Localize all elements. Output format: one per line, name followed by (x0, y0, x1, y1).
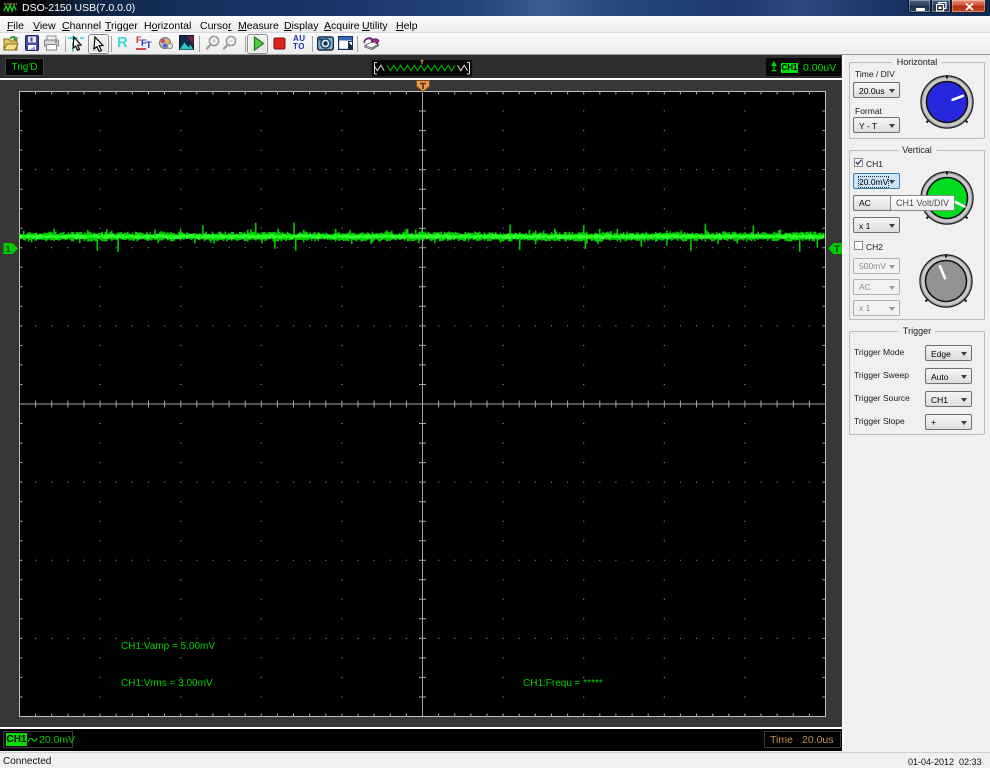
svg-text:CH1:Vamp = 5.00mV: CH1:Vamp = 5.00mV (121, 641, 215, 652)
svg-text:T: T (146, 40, 152, 50)
svg-text:T: T (834, 244, 840, 254)
svg-text:1: 1 (5, 244, 10, 254)
svg-text:CH1:Vrms = 3.00mV: CH1:Vrms = 3.00mV (121, 678, 213, 689)
svg-text:CH1:Frequ = *****: CH1:Frequ = ***** (523, 678, 603, 689)
